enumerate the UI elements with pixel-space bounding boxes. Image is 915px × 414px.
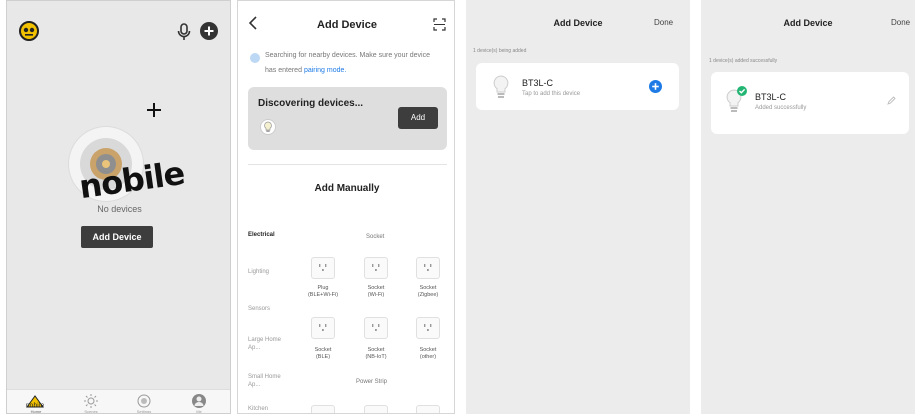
nav-me[interactable]: Me — [187, 393, 211, 414]
person-icon — [192, 394, 206, 408]
device-name: BT3L-C — [755, 92, 787, 102]
socket-icon[interactable] — [416, 317, 440, 339]
power-strip-icon[interactable] — [364, 405, 388, 413]
nav-label: Settings — [136, 409, 152, 414]
adding-device-screen: Add Device Done 1 device(s) being added … — [466, 0, 690, 414]
device-label[interactable]: Socket (other) — [403, 347, 453, 361]
nav-label: Home — [30, 409, 42, 414]
pairing-mode-link[interactable]: pairing mode. — [304, 67, 346, 74]
searching-text-part: has entered — [265, 67, 302, 74]
category-small-home-appliances[interactable]: Small Home Ap... — [248, 373, 288, 389]
microphone-icon[interactable] — [177, 23, 191, 41]
nav-scenes[interactable]: Scenes — [79, 393, 103, 414]
device-label[interactable]: Socket (NB-IoT) — [351, 347, 401, 361]
discovering-title: Discovering devices... — [258, 98, 364, 109]
add-manually-heading: Add Manually — [314, 183, 380, 194]
device-label-line: Socket — [314, 347, 332, 353]
device-label-line: Plug — [317, 285, 329, 291]
page-title: Add Device — [783, 18, 833, 28]
add-circle-icon[interactable] — [200, 22, 218, 40]
scan-icon[interactable] — [433, 18, 446, 31]
device-label-line: Socket — [419, 285, 437, 291]
divider — [248, 164, 447, 165]
category-large-home-appliances[interactable]: Large Home Ap... — [248, 336, 288, 352]
device-label-line: Socket — [419, 347, 437, 353]
settings-icon — [137, 394, 151, 408]
device-label-line: (BLE+Wi-Fi) — [307, 292, 339, 298]
app-logo-icon[interactable] — [19, 21, 39, 41]
discovering-card: Discovering devices... Add — [248, 87, 447, 150]
sun-icon — [84, 394, 98, 408]
nav-label: Me — [196, 409, 202, 414]
added-device-screen: Add Device Done 1 device(s) added succes… — [701, 0, 915, 414]
category-kitchen[interactable]: Kitchen — [248, 406, 268, 412]
power-strip-icon[interactable] — [416, 405, 440, 413]
socket-icon[interactable] — [311, 317, 335, 339]
socket-icon[interactable] — [364, 257, 388, 279]
home-screen: nobile No devices Add Device nobile Home… — [6, 0, 231, 414]
device-label[interactable]: Socket (Zigbee) — [403, 285, 453, 299]
page-title: Add Device — [317, 19, 377, 31]
add-circle-icon[interactable] — [649, 80, 662, 93]
category-sensors[interactable]: Sensors — [248, 306, 270, 312]
device-label[interactable]: Plug (BLE+Wi-Fi) — [298, 285, 348, 299]
device-label-line: (Zigbee) — [417, 292, 439, 298]
house-icon: nobile — [26, 395, 45, 409]
plus-icon — [145, 101, 163, 119]
device-label-line: Socket — [367, 347, 385, 353]
done-button[interactable]: Done — [654, 18, 673, 27]
device-label-line: (BLE) — [315, 354, 331, 360]
device-label-line: (Wi-Fi) — [367, 292, 385, 298]
add-button[interactable]: Add — [398, 107, 438, 129]
socket-icon[interactable] — [416, 257, 440, 279]
group-header-socket: Socket — [366, 234, 385, 240]
add-device-button[interactable]: Add Device — [81, 226, 153, 248]
device-hint: Tap to add this device — [522, 91, 581, 97]
socket-icon[interactable] — [364, 317, 388, 339]
edit-pencil-icon[interactable] — [887, 96, 896, 105]
socket-icon[interactable] — [311, 257, 335, 279]
status-text: 1 device(s) added successfully — [709, 58, 778, 64]
bulb-icon — [260, 119, 276, 135]
add-device-screen: Add Device Searching for nearby devices.… — [237, 0, 455, 414]
device-label-line: (NB-IoT) — [365, 354, 387, 360]
device-card[interactable]: BT3L-C Added successfully — [711, 72, 909, 134]
nav-settings[interactable]: Settings — [132, 393, 156, 414]
bulb-icon — [493, 75, 509, 101]
nav-label: Scenes — [84, 409, 98, 414]
searching-text-2: has entered pairing mode. — [265, 67, 346, 74]
searching-text: Searching for nearby devices. Make sure … — [265, 52, 430, 59]
done-button[interactable]: Done — [891, 18, 910, 27]
device-card[interactable]: BT3L-C Tap to add this device — [476, 63, 679, 110]
empty-state-text: No devices — [97, 204, 142, 214]
power-strip-icon[interactable] — [311, 405, 335, 413]
bottom-nav: nobile Home Scenes Settings Me — [7, 389, 230, 414]
device-status: Added successfully — [755, 105, 807, 111]
device-label[interactable]: Socket (BLE) — [298, 347, 348, 361]
status-text: 1 device(s) being added — [473, 48, 527, 54]
svg-text:nobile: nobile — [26, 402, 45, 409]
device-label-line: (other) — [419, 354, 437, 360]
category-lighting[interactable]: Lighting — [248, 269, 269, 275]
group-header-power-strip: Power Strip — [356, 379, 388, 385]
device-label-line: Socket — [367, 285, 385, 291]
nav-home[interactable]: nobile Home — [24, 393, 48, 414]
category-electrical[interactable]: Electrical — [248, 232, 275, 238]
check-icon — [737, 86, 747, 96]
searching-indicator-icon — [250, 53, 260, 63]
device-label[interactable]: Socket (Wi-Fi) — [351, 285, 401, 299]
device-name: BT3L-C — [522, 78, 554, 88]
